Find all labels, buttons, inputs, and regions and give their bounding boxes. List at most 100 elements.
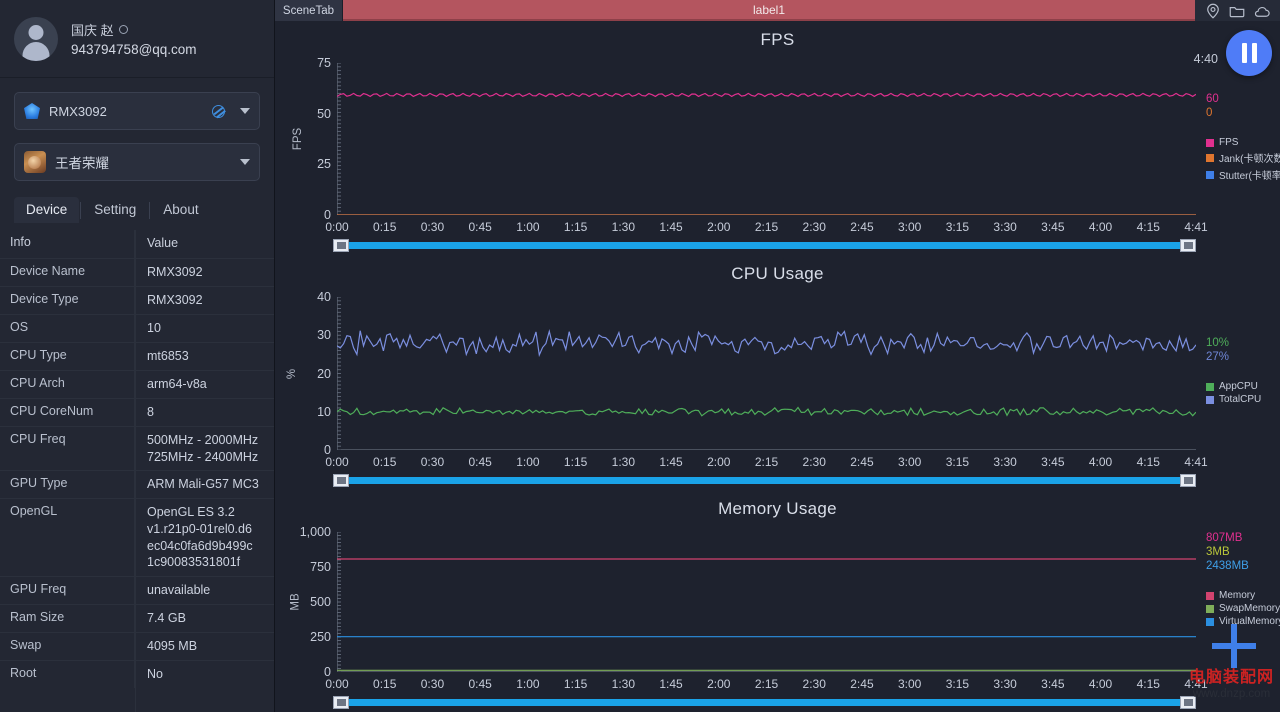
x-tick-label: 3:45 (1041, 220, 1065, 234)
x-tick-label: 4:15 (1136, 220, 1160, 234)
x-tick-label: 0:45 (468, 677, 492, 691)
y-tick-label: 250 (310, 630, 331, 644)
folder-icon[interactable] (1228, 2, 1246, 20)
x-tick-label: 2:30 (802, 220, 826, 234)
x-tick-label: 0:30 (420, 220, 445, 234)
scrollbar-handle-right[interactable] (1180, 474, 1196, 487)
x-tick-label: 2:15 (754, 455, 779, 469)
table-cell-key: Device Type (0, 287, 135, 314)
axis-lines (337, 297, 1196, 450)
scrollbar-track[interactable] (347, 477, 1182, 484)
scrollbar-handle-right[interactable] (1180, 239, 1196, 252)
x-tick-label: 3:00 (897, 677, 922, 691)
x-tick-label: 1:00 (516, 677, 540, 691)
table-row: Swap 4095 MB (0, 631, 274, 660)
table-row: Device Type RMX3092 (0, 286, 274, 314)
series-line (337, 329, 1196, 358)
tab-device[interactable]: Device (14, 197, 80, 223)
x-tick-label: 0:00 (325, 220, 349, 234)
table-cell-key: OpenGL (0, 499, 135, 576)
scrollbar-track[interactable] (347, 242, 1182, 249)
x-tick-label: 3:15 (945, 455, 970, 469)
y-tick-label: 20 (317, 366, 331, 381)
x-tick-label: 1:45 (659, 455, 683, 469)
chart-time-scrollbar[interactable] (333, 239, 1196, 253)
tab-about[interactable]: About (151, 197, 210, 223)
scrollbar-track[interactable] (347, 699, 1182, 706)
x-tick-label: 2:45 (850, 455, 874, 469)
profile-email: 943794758@qq.com (71, 42, 197, 57)
pencil-icon[interactable] (210, 103, 227, 120)
chart-time-scrollbar[interactable] (333, 696, 1196, 710)
table-cell-value: OpenGL ES 3.2 v1.r21p0-01rel0.d6 ec04c0f… (147, 505, 253, 570)
table-cell-value: 10 (147, 321, 161, 335)
y-tick-label: 25 (317, 157, 331, 172)
chart-legend: 10% 27% AppCPU TotalCPU (1206, 337, 1261, 405)
location-pin-icon[interactable] (1204, 2, 1222, 20)
plot-area: FPS 0 25 50 75 0:00 0:15 0:30 0:45 1:00 1:15 1:30 1:… (275, 55, 1280, 255)
x-axis-ticks: 0:00 0:15 0:30 0:45 1:00 1:15 1:30 1:45 2:00 2:15… (275, 220, 1280, 238)
x-tick-label: 3:00 (897, 220, 922, 234)
scene-label-banner[interactable]: label1 (343, 0, 1195, 21)
scrollbar-handle-left[interactable] (333, 474, 349, 487)
profile-section: 国庆 赵 943794758@qq.com (0, 0, 274, 78)
plot-svg (337, 63, 1196, 215)
x-tick-label: 2:00 (707, 455, 731, 469)
table-row: Device Name RMX3092 (0, 258, 274, 286)
x-tick-label: 1:45 (659, 220, 683, 234)
legend-label: Jank(卡顿次数) (1219, 154, 1280, 165)
sidebar-tabs: Device Setting About (14, 197, 260, 223)
legend-item[interactable]: FPS (1206, 137, 1280, 148)
legend-item[interactable]: TotalCPU (1206, 394, 1261, 405)
legend-item[interactable]: AppCPU (1206, 381, 1261, 392)
chart-title-fps: FPS (760, 30, 795, 49)
legend-spacer (1206, 121, 1280, 135)
legend-label: Stutter(卡顿率) (1219, 171, 1280, 182)
legend-item[interactable]: Stutter(卡顿率) (1206, 167, 1280, 182)
table-column-divider (135, 230, 136, 712)
x-tick-label: 0:45 (468, 455, 492, 469)
legend-item[interactable]: Jank(卡顿次数) (1206, 150, 1280, 165)
chevron-down-icon[interactable] (240, 108, 250, 114)
scrollbar-handle-left[interactable] (333, 696, 349, 709)
table-cell-key: Ram Size (0, 604, 135, 632)
chart-title-cpu: CPU Usage (731, 264, 824, 283)
table-cell-key: GPU Type (0, 471, 135, 499)
x-tick-label: 4:15 (1136, 677, 1160, 691)
scrollbar-handle-right[interactable] (1180, 696, 1196, 709)
legend-current-value: 60 (1206, 93, 1219, 105)
x-tick-label: 3:15 (945, 220, 970, 234)
legend-swatch (1206, 382, 1214, 391)
cloud-icon[interactable] (1253, 2, 1271, 20)
avatar-icon[interactable] (14, 16, 58, 61)
chart-time-scrollbar[interactable] (333, 474, 1196, 488)
legend-swatch (1206, 395, 1214, 404)
y-tick-label: 30 (317, 328, 331, 343)
game-select[interactable]: 王者荣耀 (14, 143, 260, 181)
legend-item[interactable]: SwapMemory (1206, 603, 1280, 614)
x-axis-ticks: 0:00 0:15 0:30 0:45 1:00 1:15 1:30 1:45 2:00 2:15… (275, 455, 1280, 473)
scene-tab[interactable]: SceneTab (275, 0, 343, 21)
chevron-down-icon[interactable] (240, 159, 250, 165)
x-tick-label: 1:30 (611, 220, 636, 234)
table-row: OpenGL OpenGL ES 3.2 v1.r21p0-01rel0.d6 e… (0, 498, 274, 576)
table-cell-value: 8 (147, 405, 154, 419)
x-tick-label: 2:45 (850, 220, 874, 234)
legend-item[interactable]: Memory (1206, 590, 1280, 601)
device-select-value: RMX3092 (49, 103, 107, 119)
scrollbar-handle-left[interactable] (333, 239, 349, 252)
tab-setting[interactable]: Setting (82, 197, 148, 223)
x-tick-label: 3:45 (1041, 455, 1065, 469)
series-line (337, 92, 1196, 98)
x-tick-label: 4:00 (1088, 455, 1113, 469)
table-row: Root No (0, 659, 274, 688)
axis-lines (337, 63, 1196, 215)
chart-memory-usage: Memory Usage MB 0 250 500 750 1,000 0:00 0:15 0:… (275, 490, 1280, 712)
x-tick-label: 4:41 (1184, 677, 1208, 691)
table-cell-key: CPU Freq (0, 427, 135, 471)
x-tick-label: 0:00 (325, 455, 349, 469)
table-row: OS 10 (0, 314, 274, 342)
device-select[interactable]: RMX3092 (14, 92, 260, 130)
game-icon (24, 151, 46, 173)
status-circle-icon (118, 25, 128, 34)
